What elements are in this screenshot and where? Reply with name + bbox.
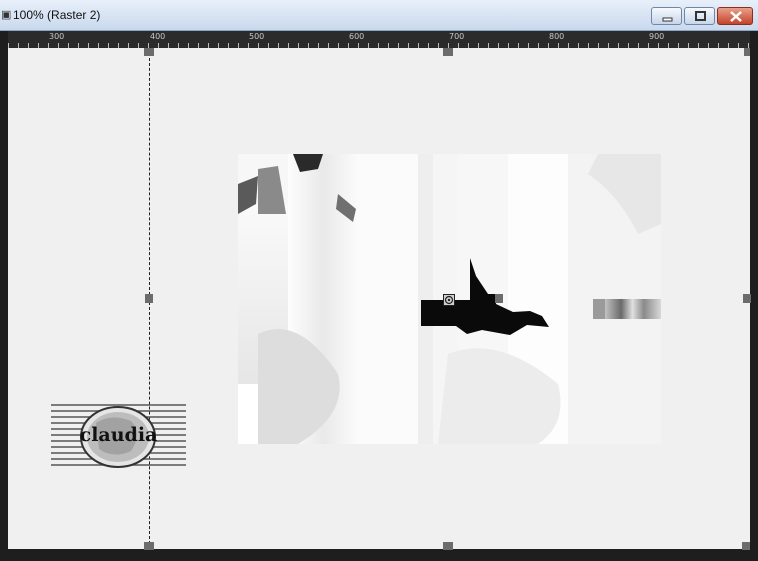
- rotation-pivot-icon[interactable]: [443, 293, 455, 306]
- maximize-button[interactable]: [684, 7, 715, 25]
- close-icon: [730, 11, 742, 22]
- transform-handle-top[interactable]: [443, 48, 453, 56]
- title-bar[interactable]: ▣ 100% (Raster 2): [0, 0, 758, 31]
- minimize-button[interactable]: [651, 7, 682, 25]
- transform-handle-top-left[interactable]: [144, 48, 154, 56]
- watermark-logo: claudia: [51, 403, 186, 469]
- ruler-ticks: [8, 43, 749, 48]
- app-icon: ▣: [1, 9, 12, 21]
- ruler-label: 500: [249, 32, 265, 41]
- ruler-label: 300: [49, 32, 65, 41]
- image-window: ▣ 100% (Raster 2) 300 400 500 600 700 80…: [0, 0, 758, 561]
- maximize-icon: [695, 11, 706, 21]
- transform-handle-right[interactable]: [743, 294, 751, 303]
- window-title: 100% (Raster 2): [13, 8, 101, 22]
- transform-handle-bottom-left[interactable]: [144, 542, 154, 550]
- transform-handle-top-right[interactable]: [744, 48, 750, 56]
- ruler-label: 700: [449, 32, 465, 41]
- ruler-label: 400: [150, 32, 166, 41]
- ruler-label: 600: [349, 32, 365, 41]
- ruler-label: 800: [549, 32, 565, 41]
- transform-handle-left[interactable]: [145, 294, 153, 303]
- ruler-label: 900: [649, 32, 665, 41]
- transform-handle-bottom-right[interactable]: [742, 542, 750, 550]
- transform-handle-bottom[interactable]: [443, 542, 453, 550]
- minimize-icon: [662, 17, 673, 22]
- close-button[interactable]: [717, 7, 753, 25]
- watermark-text: claudia: [79, 424, 158, 446]
- transform-handle-center[interactable]: [495, 294, 503, 303]
- horizontal-ruler[interactable]: 300 400 500 600 700 800 900: [8, 31, 750, 48]
